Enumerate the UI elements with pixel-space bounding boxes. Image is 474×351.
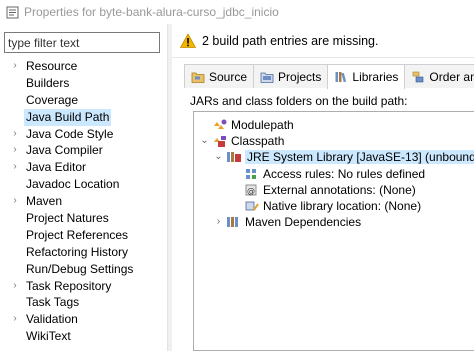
sidebar-item-java-code-style[interactable]: › Java Code Style [0,126,168,143]
message-text: 2 build path entries are missing. [202,33,379,48]
chevron-right-icon[interactable]: › [8,159,22,176]
tab-projects[interactable]: Projects [253,64,329,88]
sidebar-item-run-debug-settings[interactable]: Run/Debug Settings [0,261,168,278]
tab-libraries[interactable]: Libraries [327,64,406,89]
maven-library-icon [227,216,238,227]
tree-item-label: Access rules: No rules defined [263,166,426,181]
tab-label: Libraries [352,70,399,84]
libraries-icon [335,72,347,83]
tree-item-label: JRE System Library [JavaSE-13] (unbound) [245,149,474,164]
tree-item-native-library[interactable]: Native library location: (None) [231,197,421,214]
tree-item-classpath[interactable]: ⌄ Classpath [199,132,284,149]
sidebar-item-javadoc-location[interactable]: Javadoc Location [0,176,168,193]
tree-item-external-annotations[interactable]: @ External annotations: (None) [231,181,416,198]
chevron-right-icon[interactable]: › [8,193,22,210]
source-folder-icon [191,72,205,83]
native-library-icon [245,201,259,211]
properties-sidebar: › Resource Builders CoverageJava Build Path… [0,24,168,351]
sidebar-item-label: Refactoring History [26,244,129,259]
tab-label: Projects [278,69,322,84]
sidebar-item-label: Maven [26,194,63,209]
sidebar-item-builders[interactable]: Builders [0,75,168,92]
chevron-right-icon[interactable]: › [8,142,22,159]
sidebar-item-java-compiler[interactable]: › Java Compiler [0,142,168,159]
sidebar-item-project-references[interactable]: Project References [0,227,168,244]
sidebar-item-label: Task Tags [26,295,80,310]
window-title: Properties for byte-bank-alura-curso_jdb… [24,5,279,19]
build-path-label: JARs and class folders on the build path… [190,94,408,108]
tree-item-label: Maven Dependencies [245,214,362,229]
classpath-icon [214,135,226,147]
tab-label: Order and [429,69,474,84]
tree-item-label: External annotations: (None) [263,182,416,197]
sidebar-item-label: Validation [26,312,78,327]
access-rules-icon [246,168,256,179]
sidebar-item-validation[interactable]: › Validation [0,311,168,328]
sidebar-item-java-editor[interactable]: › Java Editor [0,159,168,176]
sidebar-item-maven[interactable]: › Maven [0,193,168,210]
tree-item-jre-system-library[interactable]: ⌄ JRE System Library [JavaSE-13] (unboun… [213,148,474,165]
properties-icon [6,6,19,18]
order-export-icon [413,71,424,82]
sidebar-item-task-tags[interactable]: Task Tags [0,294,168,311]
chevron-right-icon[interactable]: › [8,126,22,143]
sidebar-item-label: Coverage [26,92,79,107]
jre-library-icon [227,151,241,162]
chevron-right-icon[interactable]: › [8,58,22,75]
modulepath-icon [214,119,227,129]
filter-input[interactable] [4,32,160,53]
properties-tree: › Resource Builders Coverage Java Build Path… [0,58,168,345]
tab-order-and-export[interactable]: Order and [404,64,474,88]
sidebar-item-label: Run/Debug Settings [26,261,134,276]
external-annotations-icon: @ [245,184,257,195]
svg-text:@: @ [247,186,255,195]
sidebar-item-label: Builders [26,75,70,90]
sidebar-item-resource[interactable]: › Resource [0,58,168,75]
chevron-right-icon[interactable]: › [8,278,22,295]
tree-item-modulepath[interactable]: Modulepath [199,116,294,133]
build-path-tree[interactable]: Modulepath ⌄ Classpath ⌄ JRE System Libr… [193,111,474,351]
tree-item-access-rules[interactable]: Access rules: No rules defined [231,165,425,182]
chevron-down-icon[interactable]: ⌄ [199,135,210,146]
sidebar-item-label: Java Code Style [26,126,114,141]
sidebar-item-label: Project References [26,227,129,242]
message-area: 2 build path entries are missing. [172,24,474,58]
projects-icon [260,72,274,83]
title-bar: Properties for byte-bank-alura-curso_jdb… [0,0,474,24]
tree-item-maven-dependencies[interactable]: › Maven Dependencies [213,213,361,230]
chevron-down-icon[interactable]: ⌄ [213,151,224,162]
sidebar-item-java-build-path[interactable]: Java Build Path [0,108,168,126]
sidebar-item-coverage[interactable]: Coverage [0,92,168,109]
tab-label: Source [209,69,248,84]
sidebar-item-project-natures[interactable]: Project Natures [0,210,168,227]
chevron-right-icon[interactable]: › [213,216,224,227]
sidebar-item-label: Resource [26,59,78,73]
sidebar-item-label: Project Natures [26,211,109,226]
sidebar-item-label: WikiText [26,329,71,344]
sidebar-item-task-repository[interactable]: › Task Repository [0,278,168,295]
sidebar-item-wikitext[interactable]: WikiText [0,328,168,345]
sidebar-item-label: Task Repository [26,278,112,293]
tree-item-label: Native library location: (None) [263,198,422,213]
sidebar-item-label: Javadoc Location [26,177,120,192]
sidebar-item-label: Java Compiler [26,143,103,158]
tab-folder: Source Projects Libraries Order and [184,64,474,89]
warning-icon [180,32,196,48]
sidebar-item-label: Java Editor [26,160,87,175]
chevron-right-icon[interactable]: › [8,311,22,328]
tree-item-label: Classpath [231,133,285,148]
sidebar-item-refactoring-history[interactable]: Refactoring History [0,244,168,261]
tab-source[interactable]: Source [184,64,255,88]
sidebar-item-label: Java Build Path [24,108,112,126]
properties-page: 2 build path entries are missing. Source… [172,24,474,351]
tree-item-label: Modulepath [231,117,294,132]
